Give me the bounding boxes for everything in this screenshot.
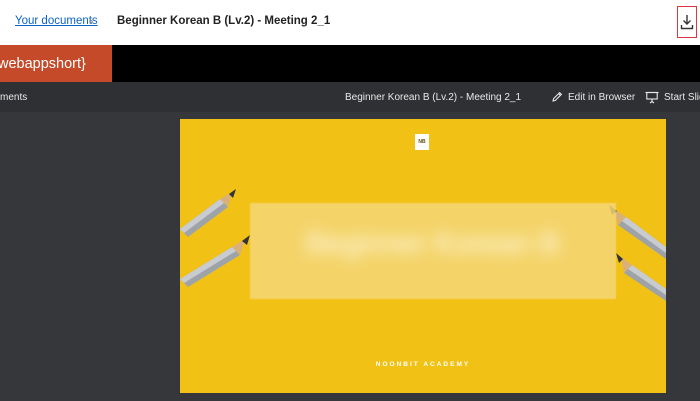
- download-button[interactable]: [677, 6, 697, 38]
- slide-footer-text: NOONBIT ACADEMY: [375, 361, 471, 368]
- edit-in-browser-label: Edit in Browser: [568, 91, 636, 103]
- presentation-icon: [645, 91, 659, 103]
- pencil-icon: [552, 91, 563, 102]
- app-bar: webappshort}: [0, 45, 700, 82]
- slide-thumbnail[interactable]: NB Beginner Korean B NOONBIT ACADEMY: [180, 119, 666, 393]
- app-brand-button[interactable]: webappshort}: [0, 45, 112, 82]
- blurred-slide-headline: Beginner Korean B: [306, 227, 560, 260]
- breadcrumb-current-document: Beginner Korean B (Lv.2) - Meeting 2_1: [117, 15, 331, 27]
- viewer-toolbar: ments Beginner Korean B (Lv.2) - Meeting…: [0, 82, 700, 112]
- academy-logo-text: NB: [418, 138, 426, 145]
- slide-viewer-stage: NB Beginner Korean B NOONBIT ACADEMY: [0, 112, 700, 401]
- documents-nav-link[interactable]: ments: [0, 92, 27, 103]
- breadcrumb-chevron-icon: ›: [89, 13, 94, 28]
- academy-logo: NB: [415, 134, 429, 150]
- breadcrumb-your-documents-link[interactable]: Your documents: [15, 15, 98, 27]
- download-icon: [680, 15, 694, 30]
- start-slideshow-label: Start Slid: [664, 91, 700, 103]
- top-breadcrumb-bar: Your documents › Beginner Korean B (Lv.2…: [0, 0, 700, 45]
- edit-in-browser-button[interactable]: Edit in Browser: [551, 89, 635, 105]
- document-title: Beginner Korean B (Lv.2) - Meeting 2_1: [345, 92, 522, 103]
- start-slideshow-button[interactable]: Start Slid: [645, 89, 700, 105]
- app-brand-label: webappshort}: [0, 55, 86, 72]
